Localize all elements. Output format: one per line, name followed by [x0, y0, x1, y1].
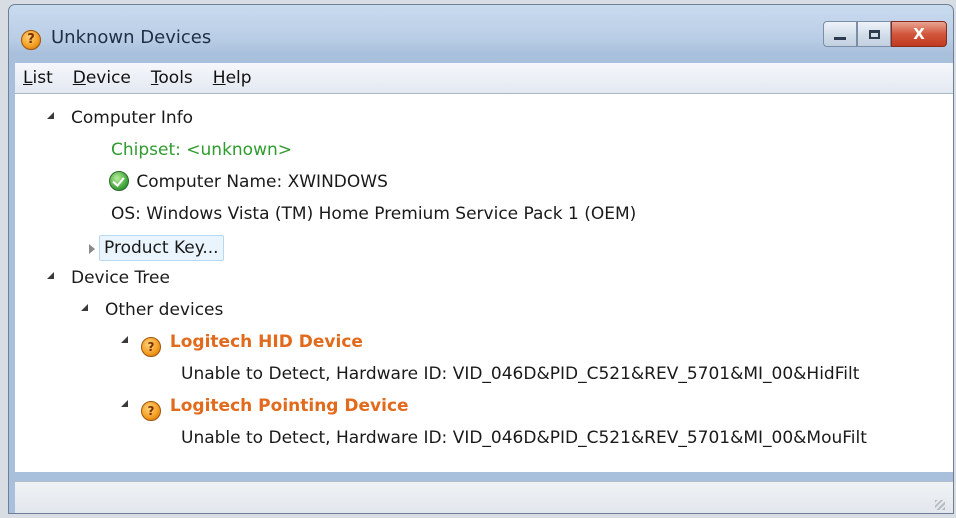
- tree-item-computer-name[interactable]: Computer Name: XWINDOWS: [109, 168, 388, 196]
- menu-tools[interactable]: Tools: [143, 68, 201, 88]
- menu-help-accel: H: [212, 68, 226, 88]
- expand-arrow-icon[interactable]: [47, 112, 54, 119]
- window-title: Unknown Devices: [51, 27, 212, 48]
- resize-grip-icon[interactable]: [935, 500, 945, 510]
- warning-question-icon: ?: [141, 401, 161, 421]
- device-detail-label: Unable to Detect, Hardware ID: VID_046D&…: [181, 428, 867, 448]
- tree-node-device[interactable]: ? Logitech Pointing Device: [141, 392, 409, 421]
- menu-tools-rest: ools: [158, 68, 193, 88]
- tree-item-os[interactable]: OS: Windows Vista (TM) Home Premium Serv…: [111, 200, 636, 228]
- menu-device-rest: evice: [85, 68, 131, 88]
- tree-node-device-tree[interactable]: Device Tree: [71, 264, 170, 292]
- title-bar[interactable]: ? Unknown Devices X: [9, 5, 953, 57]
- menu-device[interactable]: Device: [65, 68, 139, 88]
- expand-arrow-icon[interactable]: [121, 336, 128, 343]
- device-tree-label: Device Tree: [71, 268, 170, 288]
- green-check-icon: [109, 171, 129, 191]
- tree-item-device-detail[interactable]: Unable to Detect, Hardware ID: VID_046D&…: [181, 424, 867, 452]
- expand-arrow-icon[interactable]: [121, 400, 128, 407]
- product-key-label: Product Key...: [99, 235, 224, 261]
- maximize-button[interactable]: [857, 21, 891, 47]
- close-icon: X: [913, 25, 925, 43]
- tree-node-other-devices[interactable]: Other devices: [105, 296, 223, 324]
- expand-arrow-icon[interactable]: [47, 272, 54, 279]
- collapse-arrow-icon[interactable]: [89, 244, 95, 254]
- menu-device-accel: D: [72, 68, 86, 88]
- other-devices-label: Other devices: [105, 300, 224, 320]
- tree-node-device[interactable]: ? Logitech HID Device: [141, 328, 363, 357]
- menu-bar: List Device Tools Help: [15, 63, 953, 94]
- tree-node-computer-info[interactable]: Computer Info: [71, 104, 193, 132]
- minimize-button[interactable]: [823, 21, 857, 47]
- caption-buttons: X: [823, 21, 947, 47]
- app-window: ? Unknown Devices X List Device Tools He…: [8, 4, 954, 514]
- os-label: OS: Windows Vista (TM) Home Premium Serv…: [111, 204, 637, 224]
- status-bar: [15, 481, 953, 513]
- menu-help[interactable]: Help: [205, 68, 260, 88]
- menu-list-rest: ist: [32, 68, 53, 88]
- warning-question-icon: ?: [141, 337, 161, 357]
- tree-item-product-key[interactable]: Product Key...: [99, 234, 224, 262]
- device-tree-view[interactable]: Computer Info Chipset: <unknown> Compute…: [15, 93, 953, 472]
- computer-name-label: Computer Name: XWINDOWS: [136, 172, 388, 192]
- expand-arrow-icon[interactable]: [81, 304, 88, 311]
- close-button[interactable]: X: [891, 21, 947, 47]
- app-warning-icon: ?: [21, 30, 41, 50]
- device-name-label: Logitech Pointing Device: [169, 396, 409, 416]
- device-name-label: Logitech HID Device: [169, 332, 363, 352]
- chipset-label: Chipset: <unknown>: [111, 140, 293, 160]
- menu-help-rest: elp: [225, 68, 252, 88]
- device-detail-label: Unable to Detect, Hardware ID: VID_046D&…: [181, 364, 860, 384]
- computer-info-label: Computer Info: [71, 108, 194, 128]
- menu-list[interactable]: List: [15, 68, 61, 88]
- maximize-icon: [868, 29, 880, 39]
- tree-item-device-detail[interactable]: Unable to Detect, Hardware ID: VID_046D&…: [181, 360, 859, 388]
- minimize-icon: [834, 36, 846, 40]
- tree-item-chipset[interactable]: Chipset: <unknown>: [111, 136, 292, 164]
